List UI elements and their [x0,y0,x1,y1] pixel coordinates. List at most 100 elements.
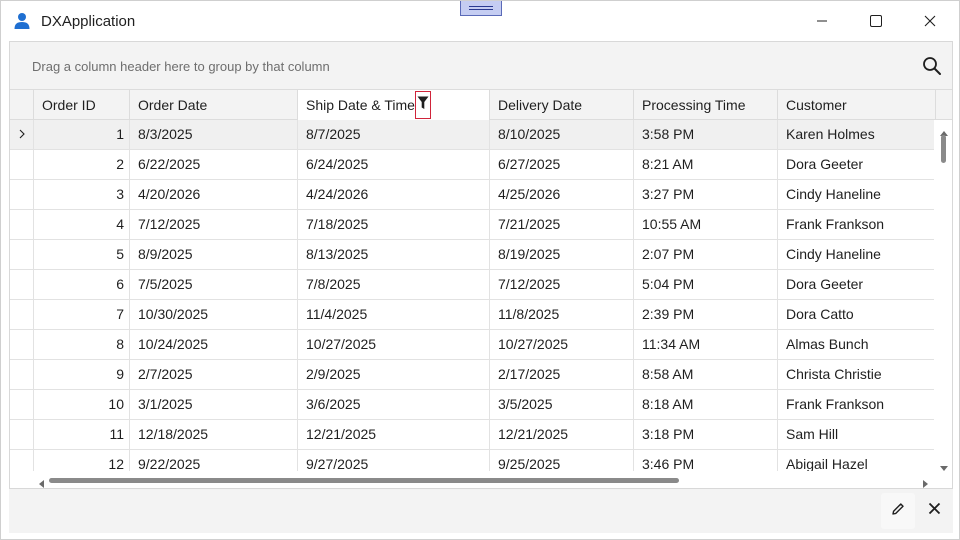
table-row[interactable]: 11 12/18/2025 12/21/2025 12/21/2025 3:18 PM S… [10,420,934,450]
cell-delivery-date[interactable]: 11/8/2025 [490,300,634,329]
cell-delivery-date[interactable]: 9/25/2025 [490,450,634,471]
row-indicator[interactable] [10,420,34,449]
cell-order-date[interactable]: 9/22/2025 [130,450,298,471]
search-icon[interactable] [922,56,942,76]
cell-order-date[interactable]: 2/7/2025 [130,360,298,389]
cell-delivery-date[interactable]: 10/27/2025 [490,330,634,359]
table-row[interactable]: 8 10/24/2025 10/27/2025 10/27/2025 11:34 AM A… [10,330,934,360]
row-indicator[interactable] [10,450,34,471]
cell-processing-time[interactable]: 8:58 AM [634,360,778,389]
table-row[interactable]: 12 9/22/2025 9/27/2025 9/25/2025 3:46 PM Abig… [10,450,934,471]
cell-customer[interactable]: Frank Frankson [778,390,934,419]
cell-order-id[interactable]: 8 [34,330,130,359]
cell-ship-date[interactable]: 8/7/2025 [298,120,490,149]
cell-order-id[interactable]: 2 [34,150,130,179]
row-indicator[interactable] [10,120,34,149]
cell-ship-date[interactable]: 8/13/2025 [298,240,490,269]
cell-order-date[interactable]: 7/5/2025 [130,270,298,299]
cell-ship-date[interactable]: 9/27/2025 [298,450,490,471]
scroll-left-icon[interactable] [37,476,45,488]
cell-ship-date[interactable]: 3/6/2025 [298,390,490,419]
cell-order-date[interactable]: 10/24/2025 [130,330,298,359]
cell-customer[interactable]: Cindy Haneline [778,180,934,209]
cell-processing-time[interactable]: 3:27 PM [634,180,778,209]
cell-customer[interactable]: Karen Holmes [778,120,934,149]
table-row[interactable]: 5 8/9/2025 8/13/2025 8/19/2025 2:07 PM Cindy … [10,240,934,270]
edit-button[interactable] [881,493,915,529]
column-header-processing-time[interactable]: Processing Time [634,90,778,120]
cell-delivery-date[interactable]: 3/5/2025 [490,390,634,419]
cell-processing-time[interactable]: 2:39 PM [634,300,778,329]
table-row[interactable]: 3 4/20/2026 4/24/2026 4/25/2026 3:27 PM Cindy… [10,180,934,210]
cell-customer[interactable]: Abigail Hazel [778,450,934,471]
row-indicator[interactable] [10,360,34,389]
row-indicator[interactable] [10,330,34,359]
cell-processing-time[interactable]: 3:18 PM [634,420,778,449]
cell-order-id[interactable]: 1 [34,120,130,149]
cell-order-date[interactable]: 8/9/2025 [130,240,298,269]
cell-delivery-date[interactable]: 7/12/2025 [490,270,634,299]
cell-order-date[interactable]: 3/1/2025 [130,390,298,419]
scroll-down-icon[interactable] [939,460,949,478]
cell-customer[interactable]: Dora Catto [778,300,934,329]
cell-processing-time[interactable]: 10:55 AM [634,210,778,239]
table-row[interactable]: 4 7/12/2025 7/18/2025 7/21/2025 10:55 AM Fran… [10,210,934,240]
cell-order-date[interactable]: 7/12/2025 [130,210,298,239]
cell-order-id[interactable]: 10 [34,390,130,419]
cell-order-date[interactable]: 4/20/2026 [130,180,298,209]
cell-delivery-date[interactable]: 12/21/2025 [490,420,634,449]
cell-order-id[interactable]: 5 [34,240,130,269]
cell-customer[interactable]: Frank Frankson [778,210,934,239]
cell-delivery-date[interactable]: 8/10/2025 [490,120,634,149]
cell-ship-date[interactable]: 12/21/2025 [298,420,490,449]
table-row[interactable]: 10 3/1/2025 3/6/2025 3/5/2025 8:18 AM Frank F… [10,390,934,420]
cell-order-id[interactable]: 9 [34,360,130,389]
cell-order-date[interactable]: 8/3/2025 [130,120,298,149]
cell-ship-date[interactable]: 2/9/2025 [298,360,490,389]
cell-order-id[interactable]: 4 [34,210,130,239]
vertical-scroll-thumb[interactable] [941,135,946,163]
row-indicator[interactable] [10,180,34,209]
column-header-customer[interactable]: Customer [778,90,936,120]
minimize-button[interactable] [799,1,845,41]
row-indicator[interactable] [10,270,34,299]
cell-ship-date[interactable]: 11/4/2025 [298,300,490,329]
row-indicator[interactable] [10,390,34,419]
scroll-right-icon[interactable] [922,476,930,488]
cell-processing-time[interactable]: 3:58 PM [634,120,778,149]
cell-delivery-date[interactable]: 2/17/2025 [490,360,634,389]
column-header-order-id[interactable]: Order ID [34,90,130,120]
cell-processing-time[interactable]: 2:07 PM [634,240,778,269]
row-indicator[interactable] [10,240,34,269]
title-bar[interactable]: DXApplication [1,1,959,41]
column-header-order-date[interactable]: Order Date [130,90,298,120]
cell-customer[interactable]: Dora Geeter [778,150,934,179]
cell-processing-time[interactable]: 5:04 PM [634,270,778,299]
table-row[interactable]: 2 6/22/2025 6/24/2025 6/27/2025 8:21 AM Dora … [10,150,934,180]
horizontal-scroll-thumb[interactable] [49,478,679,483]
cell-delivery-date[interactable]: 7/21/2025 [490,210,634,239]
table-row[interactable]: 1 8/3/2025 8/7/2025 8/10/2025 3:58 PM Karen H… [10,120,934,150]
cell-order-id[interactable]: 6 [34,270,130,299]
cell-customer[interactable]: Dora Geeter [778,270,934,299]
cell-order-id[interactable]: 12 [34,450,130,471]
cell-order-date[interactable]: 10/30/2025 [130,300,298,329]
cell-ship-date[interactable]: 7/18/2025 [298,210,490,239]
cell-order-id[interactable]: 11 [34,420,130,449]
maximize-button[interactable] [853,1,899,41]
cell-ship-date[interactable]: 10/27/2025 [298,330,490,359]
vertical-scrollbar[interactable] [936,120,952,471]
table-row[interactable]: 9 2/7/2025 2/9/2025 2/17/2025 8:58 AM Christa… [10,360,934,390]
cell-delivery-date[interactable]: 6/27/2025 [490,150,634,179]
row-indicator[interactable] [10,210,34,239]
cell-order-id[interactable]: 7 [34,300,130,329]
row-indicator[interactable] [10,150,34,179]
cell-customer[interactable]: Almas Bunch [778,330,934,359]
delete-button[interactable] [917,493,951,529]
column-filter-button[interactable] [415,91,431,119]
cell-ship-date[interactable]: 4/24/2026 [298,180,490,209]
cell-customer[interactable]: Christa Christie [778,360,934,389]
cell-customer[interactable]: Cindy Haneline [778,240,934,269]
cell-delivery-date[interactable]: 4/25/2026 [490,180,634,209]
drag-grip-handle[interactable] [460,1,502,16]
